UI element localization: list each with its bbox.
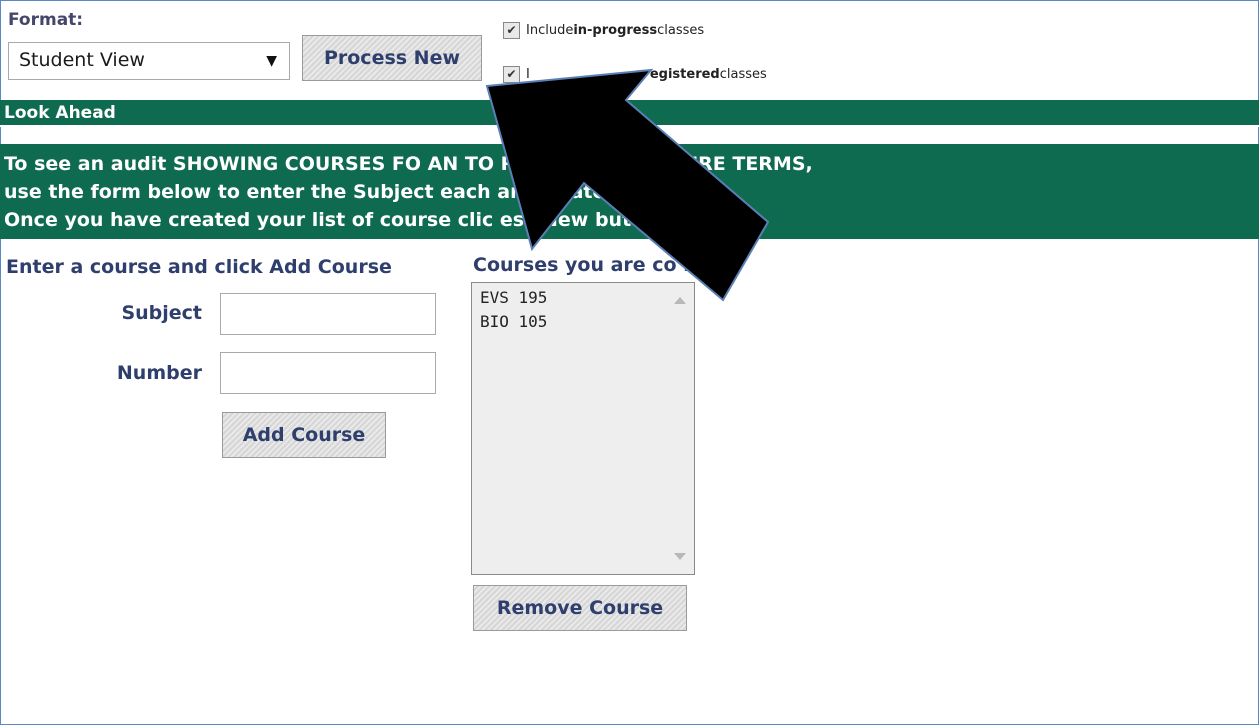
include-registered-checkbox[interactable]: ✔ — [503, 66, 520, 83]
include-registered-prefix: I — [526, 67, 530, 82]
format-select[interactable]: Student View ▼ — [8, 42, 290, 80]
courses-considering-label: Courses you are co ring — [473, 254, 727, 276]
process-new-button[interactable]: Process New — [302, 35, 482, 81]
subject-label: Subject — [121, 302, 202, 324]
subject-input[interactable] — [220, 293, 436, 335]
format-label: Format: — [8, 10, 84, 30]
include-in-progress-prefix: Include — [526, 23, 574, 38]
look-ahead-instructions: To see an audit SHOWING COURSES FO AN TO… — [0, 144, 1259, 239]
format-selected-value: Student View — [19, 49, 145, 71]
include-in-progress-option[interactable]: ✔ Include in-progress classes — [503, 22, 704, 39]
list-item[interactable]: EVS 195 — [472, 286, 694, 310]
scroll-down-icon[interactable] — [674, 553, 686, 560]
include-registered-bold: egistered — [649, 67, 720, 82]
scroll-up-icon[interactable] — [674, 297, 686, 304]
instruction-line-1: To see an audit SHOWING COURSES FO AN TO… — [4, 153, 813, 175]
add-course-button[interactable]: Add Course — [222, 412, 386, 458]
look-ahead-header: Look Ahead — [0, 100, 1259, 127]
include-in-progress-bold: in-progress — [573, 23, 658, 38]
instruction-line-3: Once you have created your list of cours… — [4, 209, 675, 231]
include-registered-suffix: classes — [719, 67, 767, 82]
enter-course-label: Enter a course and click Add Course — [6, 256, 392, 278]
remove-course-button[interactable]: Remove Course — [473, 585, 687, 631]
courses-listbox[interactable]: EVS 195 BIO 105 — [471, 282, 695, 575]
number-label: Number — [116, 362, 202, 384]
number-input[interactable] — [220, 352, 436, 394]
include-registered-option[interactable]: ✔ I egistered classes — [503, 66, 767, 83]
chevron-down-icon: ▼ — [266, 53, 277, 69]
instruction-line-2: use the form below to enter the Subject … — [4, 181, 705, 203]
include-in-progress-suffix: classes — [657, 23, 705, 38]
include-in-progress-checkbox[interactable]: ✔ — [503, 22, 520, 39]
list-item[interactable]: BIO 105 — [472, 310, 694, 334]
